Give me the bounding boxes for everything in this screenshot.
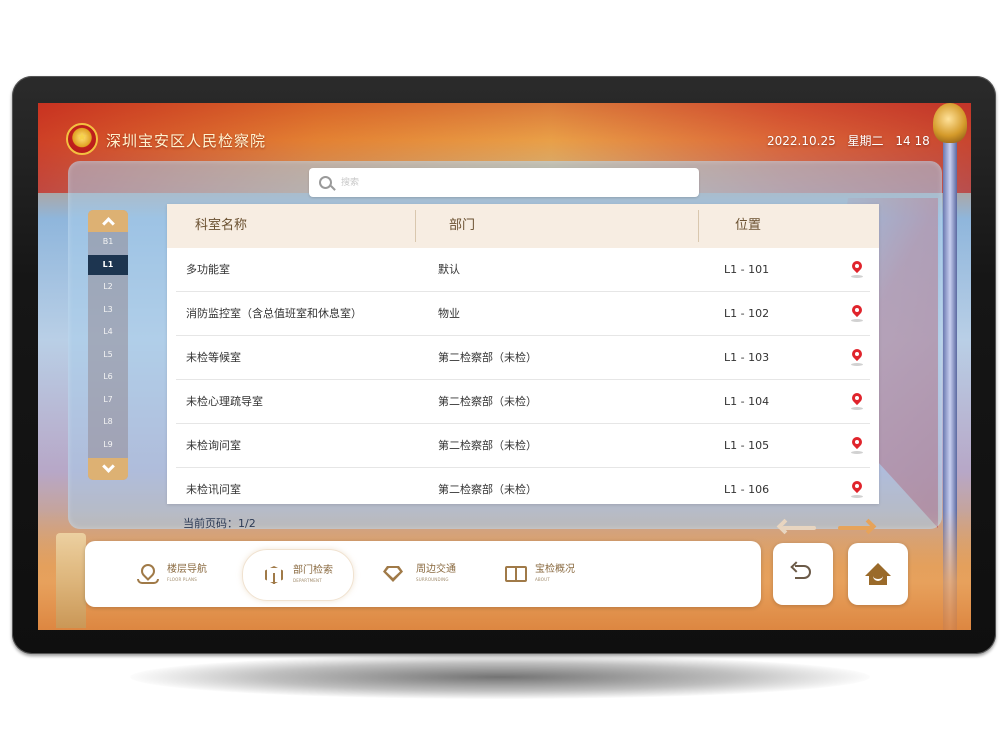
table-row[interactable]: 未检讯问室 第二检察部（未检） L1 - 106 <box>176 468 870 504</box>
floor-item-l2[interactable]: L2 <box>88 277 128 297</box>
table-row[interactable]: 消防监控室（含总值班室和休息室） 物业 L1 - 102 <box>176 292 870 336</box>
date-text: 2022.10.25 <box>767 134 836 148</box>
flagpole-finial-icon <box>933 103 967 143</box>
chevron-down-icon <box>101 460 115 473</box>
location-pin-icon[interactable] <box>851 261 863 278</box>
room-location: L1 - 104 <box>724 395 770 408</box>
next-page-button[interactable] <box>836 518 878 536</box>
emblem-icon <box>66 123 98 155</box>
cube-icon <box>263 564 285 586</box>
home-icon <box>865 563 891 585</box>
room-location: L1 - 103 <box>724 351 770 364</box>
nav-sublabel: FLOOR PLANS <box>167 577 197 582</box>
floor-item-l7[interactable]: L7 <box>88 390 128 410</box>
floor-down-button[interactable] <box>88 458 128 480</box>
monitor-shadow <box>130 655 870 699</box>
nav-item-about[interactable]: 宝检概况 ABOUT <box>505 549 575 599</box>
room-location: L1 - 102 <box>724 307 770 320</box>
time-text: 14 18 <box>895 134 930 148</box>
floor-item-l9[interactable]: L9 <box>88 435 128 455</box>
department-name: 默认 <box>438 263 460 276</box>
department-name: 第二检察部（未检） <box>438 395 537 408</box>
column-header-location: 位置 <box>735 218 762 233</box>
diamond-icon <box>382 563 408 585</box>
floor-item-b1[interactable]: B1 <box>88 232 128 252</box>
bottom-navigation: 楼层导航 FLOOR PLANS 部门检索 DEPARTMENT 周边交通 SU… <box>85 541 761 607</box>
room-name: 消防监控室（含总值班室和休息室） <box>186 307 362 320</box>
column-divider <box>698 210 699 242</box>
back-button[interactable] <box>773 543 833 605</box>
table-row[interactable]: 未检询问室 第二检察部（未检） L1 - 105 <box>176 424 870 468</box>
floor-item-l8[interactable]: L8 <box>88 412 128 432</box>
floor-up-button[interactable] <box>88 210 128 232</box>
search-input[interactable] <box>339 172 683 194</box>
location-pin-icon[interactable] <box>851 349 863 366</box>
floor-selector: B1 L1 L2 L3 L4 L5 L6 L7 L8 L9 <box>88 210 128 480</box>
room-name: 未检心理疏导室 <box>186 395 263 408</box>
kiosk-screen: 深圳宝安区人民检察院 2022.10.25 星期二 14 18 B1 L1 L2… <box>38 103 971 630</box>
room-name: 未检讯问室 <box>186 483 241 496</box>
room-name: 未检询问室 <box>186 439 241 452</box>
floor-item-l3[interactable]: L3 <box>88 300 128 320</box>
table-row[interactable]: 多功能室 默认 L1 - 101 <box>176 248 870 292</box>
department-name: 第二检察部（未检） <box>438 439 537 452</box>
department-name: 第二检察部（未检） <box>438 483 537 496</box>
nav-item-surrounding[interactable]: 周边交通 SURROUNDING <box>382 549 456 599</box>
search-bar[interactable] <box>309 168 699 197</box>
table-header: 科室名称 部门 位置 <box>167 204 879 248</box>
nav-label: 楼层导航 <box>167 564 207 575</box>
location-pin-icon[interactable] <box>851 393 863 410</box>
location-pin-icon[interactable] <box>851 437 863 454</box>
location-pin-icon[interactable] <box>851 481 863 498</box>
nav-item-floor-plans[interactable]: 楼层导航 FLOOR PLANS <box>137 549 207 599</box>
floor-item-l6[interactable]: L6 <box>88 367 128 387</box>
nav-sublabel: ABOUT <box>535 577 550 582</box>
floor-item-l5[interactable]: L5 <box>88 345 128 365</box>
nav-sublabel: SURROUNDING <box>416 577 449 582</box>
room-location: L1 - 106 <box>724 483 770 496</box>
nav-item-department[interactable]: 部门检索 DEPARTMENT <box>242 549 354 601</box>
nav-label: 部门检索 <box>293 565 333 576</box>
map-pin-icon <box>137 561 159 585</box>
location-pin-icon[interactable] <box>851 305 863 322</box>
department-table: 科室名称 部门 位置 多功能室 默认 L1 - 101 消防监控室（含总值班室和… <box>167 204 879 504</box>
department-name: 物业 <box>438 307 460 320</box>
floor-item-l1[interactable]: L1 <box>88 255 128 275</box>
nav-label: 周边交通 <box>416 564 456 575</box>
table-row[interactable]: 未检等候室 第二检察部（未检） L1 - 103 <box>176 336 870 380</box>
room-location: L1 - 105 <box>724 439 770 452</box>
room-name: 多功能室 <box>186 263 230 276</box>
department-name: 第二检察部（未检） <box>438 351 537 364</box>
page-title: 深圳宝安区人民检察院 <box>106 132 267 150</box>
room-location: L1 - 101 <box>724 263 770 276</box>
book-icon <box>505 563 527 585</box>
table-row[interactable]: 未检心理疏导室 第二检察部（未检） L1 - 104 <box>176 380 870 424</box>
chevron-up-icon <box>101 217 115 230</box>
back-arrow-icon <box>790 561 811 579</box>
room-name: 未检等候室 <box>186 351 241 364</box>
nav-label: 宝检概况 <box>535 564 575 575</box>
nav-sublabel: DEPARTMENT <box>293 578 322 583</box>
search-icon <box>319 176 332 189</box>
home-button[interactable] <box>848 543 908 605</box>
column-divider <box>415 210 416 242</box>
column-header-department: 部门 <box>449 218 476 233</box>
datetime-display: 2022.10.25 星期二 14 18 <box>767 132 930 149</box>
previous-page-button[interactable] <box>776 518 818 536</box>
weekday-text: 星期二 <box>847 134 884 148</box>
column-header-name: 科室名称 <box>195 218 248 233</box>
floor-item-l4[interactable]: L4 <box>88 322 128 342</box>
pillar-decoration <box>56 533 86 628</box>
page-indicator: 当前页码：1/2 <box>183 517 256 530</box>
